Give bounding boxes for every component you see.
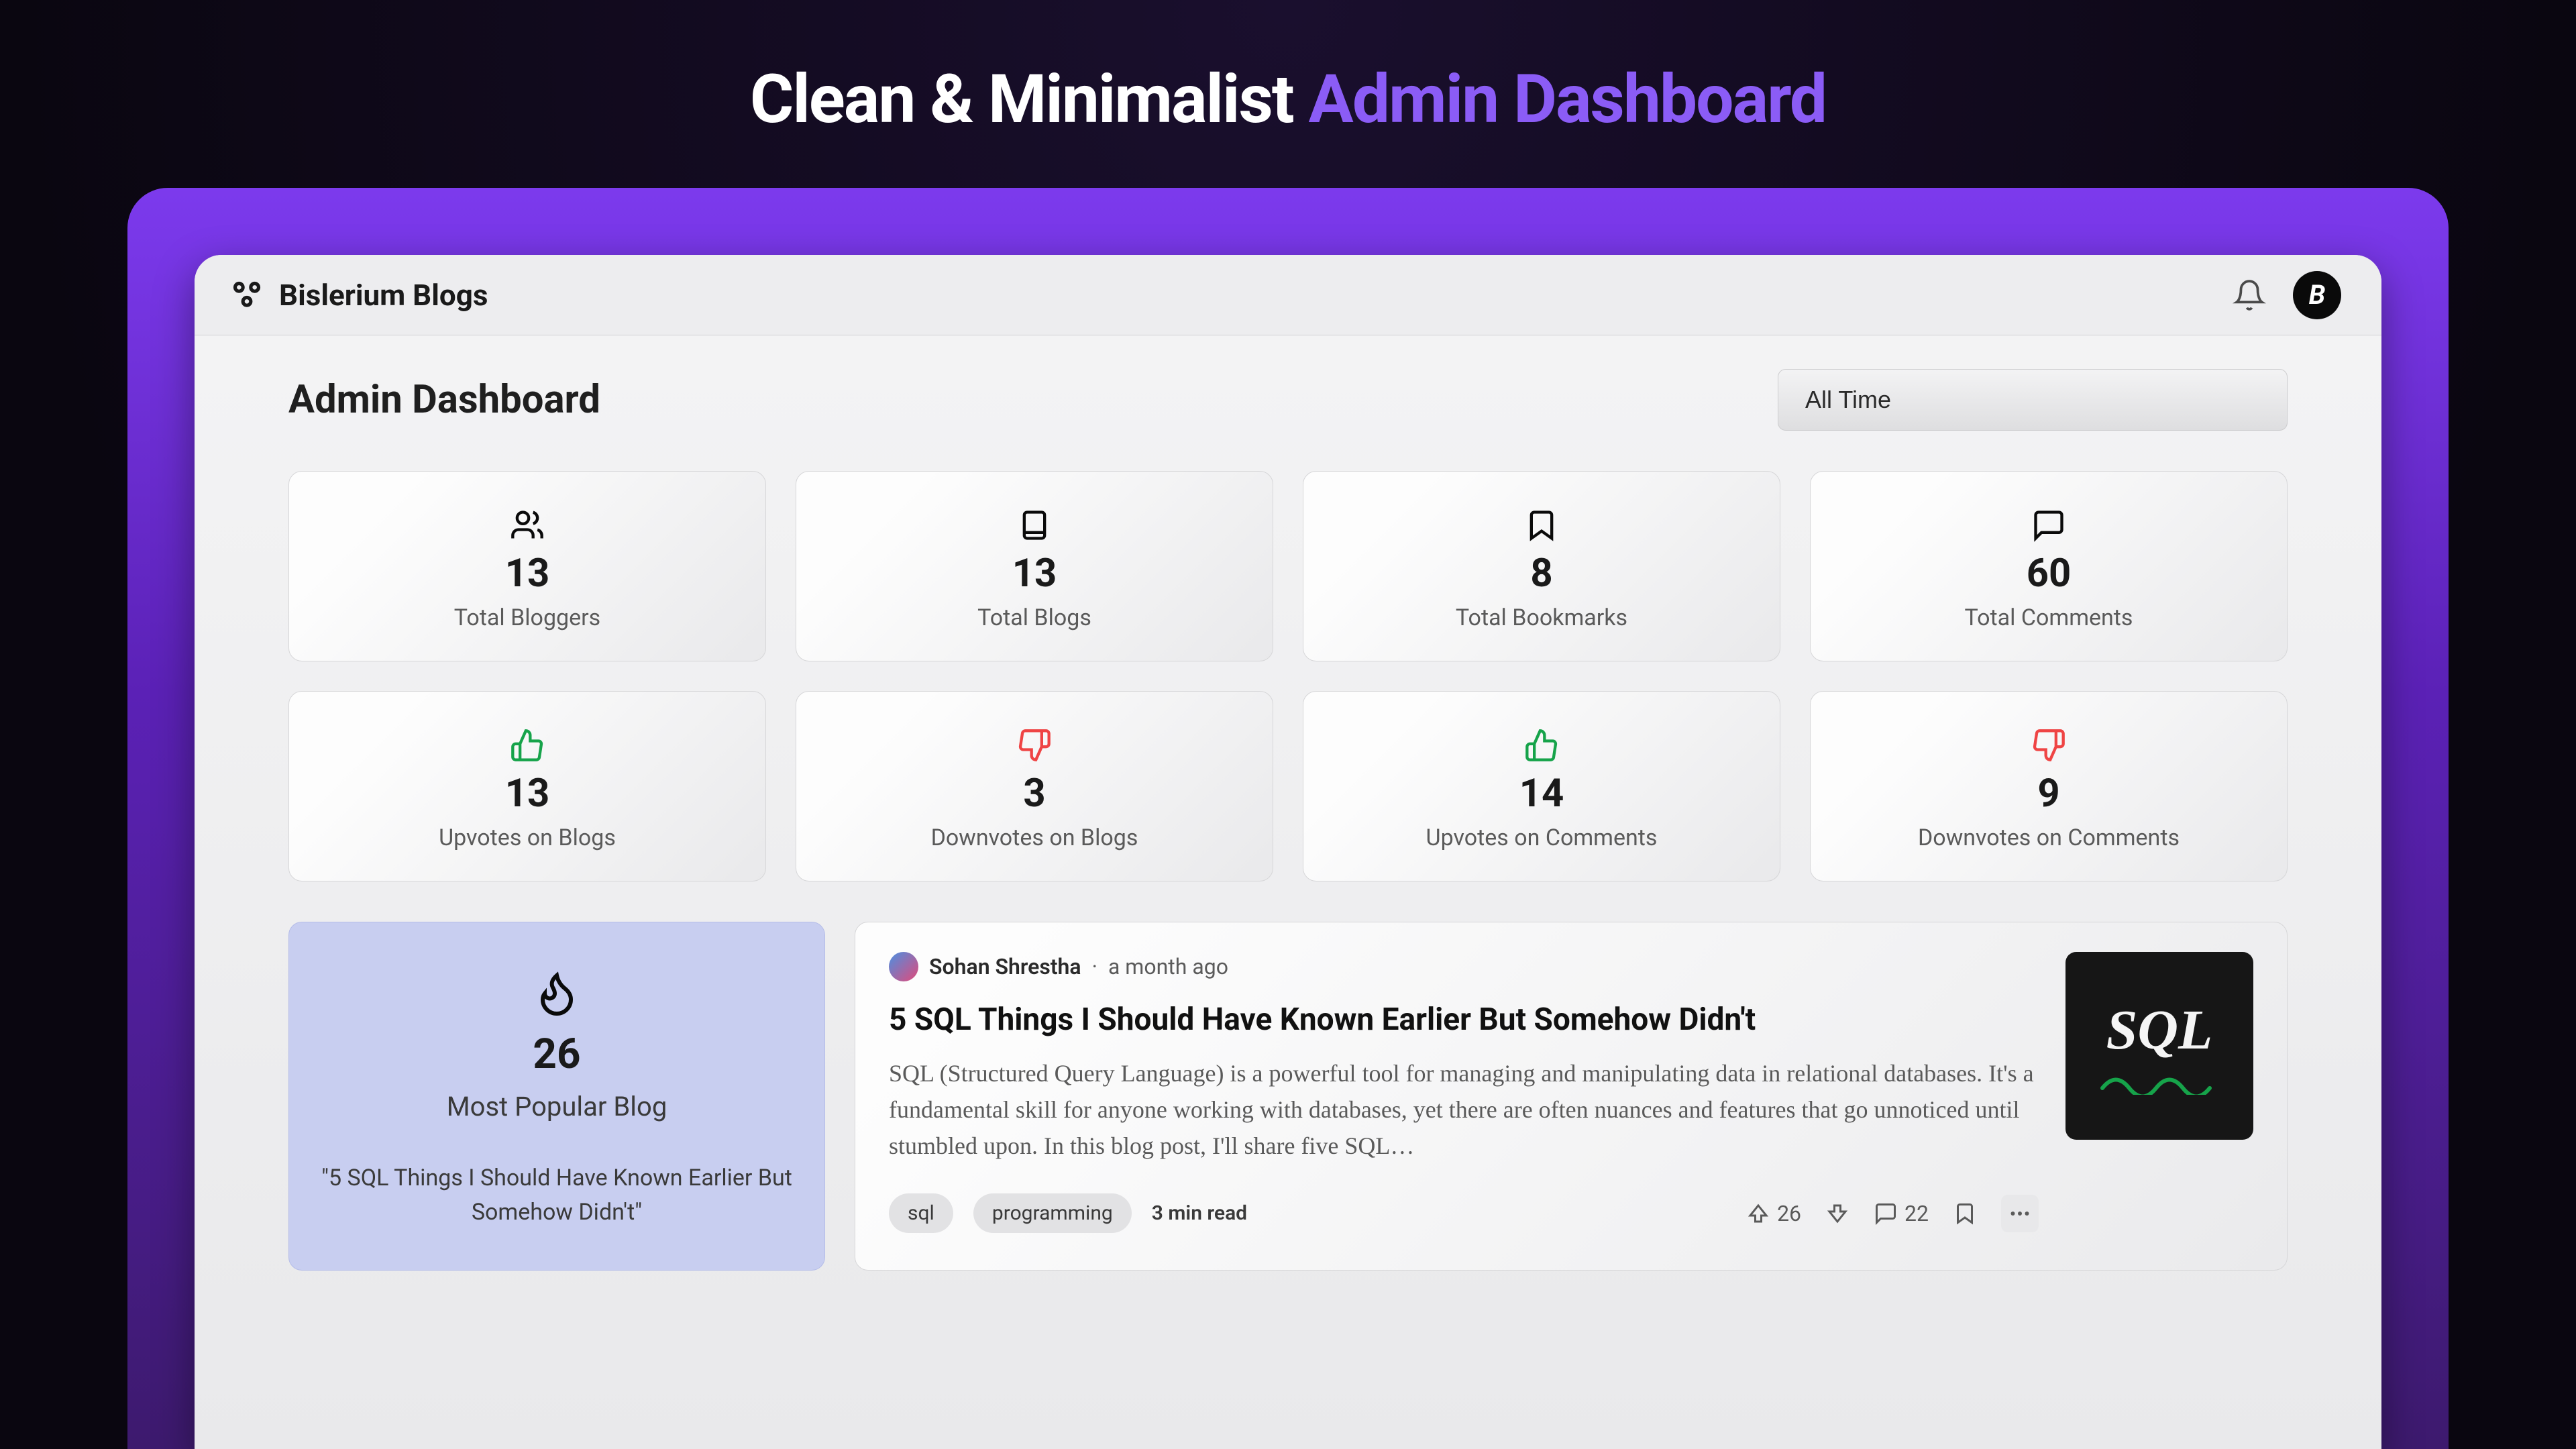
featured-blog-card[interactable]: Sohan Shrestha · a month ago 5 SQL Thing… [855,922,2288,1271]
brand[interactable]: Bislerium Blogs [228,276,488,314]
stat-value: 3 [1023,771,1045,816]
popular-value: 26 [533,1030,580,1079]
topbar: Bislerium Blogs B [195,255,2381,335]
popular-label: Most Popular Blog [447,1091,667,1122]
blog-tag[interactable]: sql [889,1193,953,1233]
time-filter-select[interactable]: All Time [1778,369,2288,431]
stat-label: Downvotes on Comments [1918,824,2180,851]
stat-label: Upvotes on Blogs [439,824,616,851]
comment-icon [2031,508,2066,543]
brand-name: Bislerium Blogs [279,278,488,313]
stats-grid: 13 Total Bloggers 13 Total Blogs [288,471,2288,881]
stat-total-bookmarks: 8 Total Bookmarks [1303,471,1780,661]
blog-author[interactable]: Sohan Shrestha [929,954,1081,979]
upvote-button[interactable]: 26 [1746,1201,1801,1226]
stat-value: 13 [505,771,550,816]
bookmark-icon [1524,508,1559,543]
stat-label: Total Blogs [977,604,1091,631]
stat-value: 13 [505,551,550,596]
blog-thumbnail: SQL [2065,952,2253,1140]
showcase-frame: Bislerium Blogs B [127,188,2449,1449]
app-window: Bislerium Blogs B [195,255,2381,1449]
stat-value: 14 [1519,771,1564,816]
stat-value: 13 [1012,551,1057,596]
user-avatar[interactable]: B [2293,271,2341,319]
blog-tag[interactable]: programming [973,1193,1132,1233]
stat-label: Total Bloggers [454,604,600,631]
blog-title[interactable]: 5 SQL Things I Should Have Known Earlier… [889,1002,2039,1038]
stat-downvotes-comments: 9 Downvotes on Comments [1810,691,2288,881]
users-icon [510,508,545,543]
notifications-button[interactable] [2233,278,2266,312]
blog-meta: Sohan Shrestha · a month ago [889,952,2039,981]
comments-button[interactable]: 22 [1874,1201,1929,1226]
stat-label: Downvotes on Blogs [931,824,1138,851]
stat-value: 9 [2037,771,2059,816]
stat-label: Upvotes on Comments [1426,824,1658,851]
stat-value: 8 [1530,551,1552,596]
stat-downvotes-blogs: 3 Downvotes on Blogs [796,691,1273,881]
page-title: Admin Dashboard [288,377,600,423]
blog-excerpt: SQL (Structured Query Language) is a pow… [889,1055,2039,1164]
blog-time: a month ago [1108,954,1228,979]
more-button[interactable] [2001,1195,2039,1232]
brand-icon [228,276,266,314]
thumbs-down-icon [2031,728,2066,763]
blog-readtime: 3 min read [1152,1201,1247,1225]
thumbs-down-icon [1017,728,1052,763]
stat-upvotes-blogs: 13 Upvotes on Blogs [288,691,766,881]
most-popular-card: 26 Most Popular Blog "5 SQL Things I Sho… [288,922,825,1271]
book-icon [1017,508,1052,543]
stat-total-blogs: 13 Total Blogs [796,471,1273,661]
thumbs-up-icon [510,728,545,763]
stat-total-bloggers: 13 Total Bloggers [288,471,766,661]
stat-total-comments: 60 Total Comments [1810,471,2288,661]
thumbs-up-icon [1524,728,1559,763]
stat-label: Total Comments [1965,604,2133,631]
stat-label: Total Bookmarks [1456,604,1627,631]
stat-value: 60 [2027,551,2072,596]
stat-upvotes-comments: 14 Upvotes on Comments [1303,691,1780,881]
bookmark-button[interactable] [1953,1201,1977,1226]
hero-title: Clean & Minimalist Admin Dashboard [0,0,2576,139]
author-avatar[interactable] [889,952,918,981]
downvote-button[interactable] [1825,1201,1849,1226]
flame-icon [533,969,581,1018]
popular-quote: "5 SQL Things I Should Have Known Earlie… [319,1161,795,1230]
